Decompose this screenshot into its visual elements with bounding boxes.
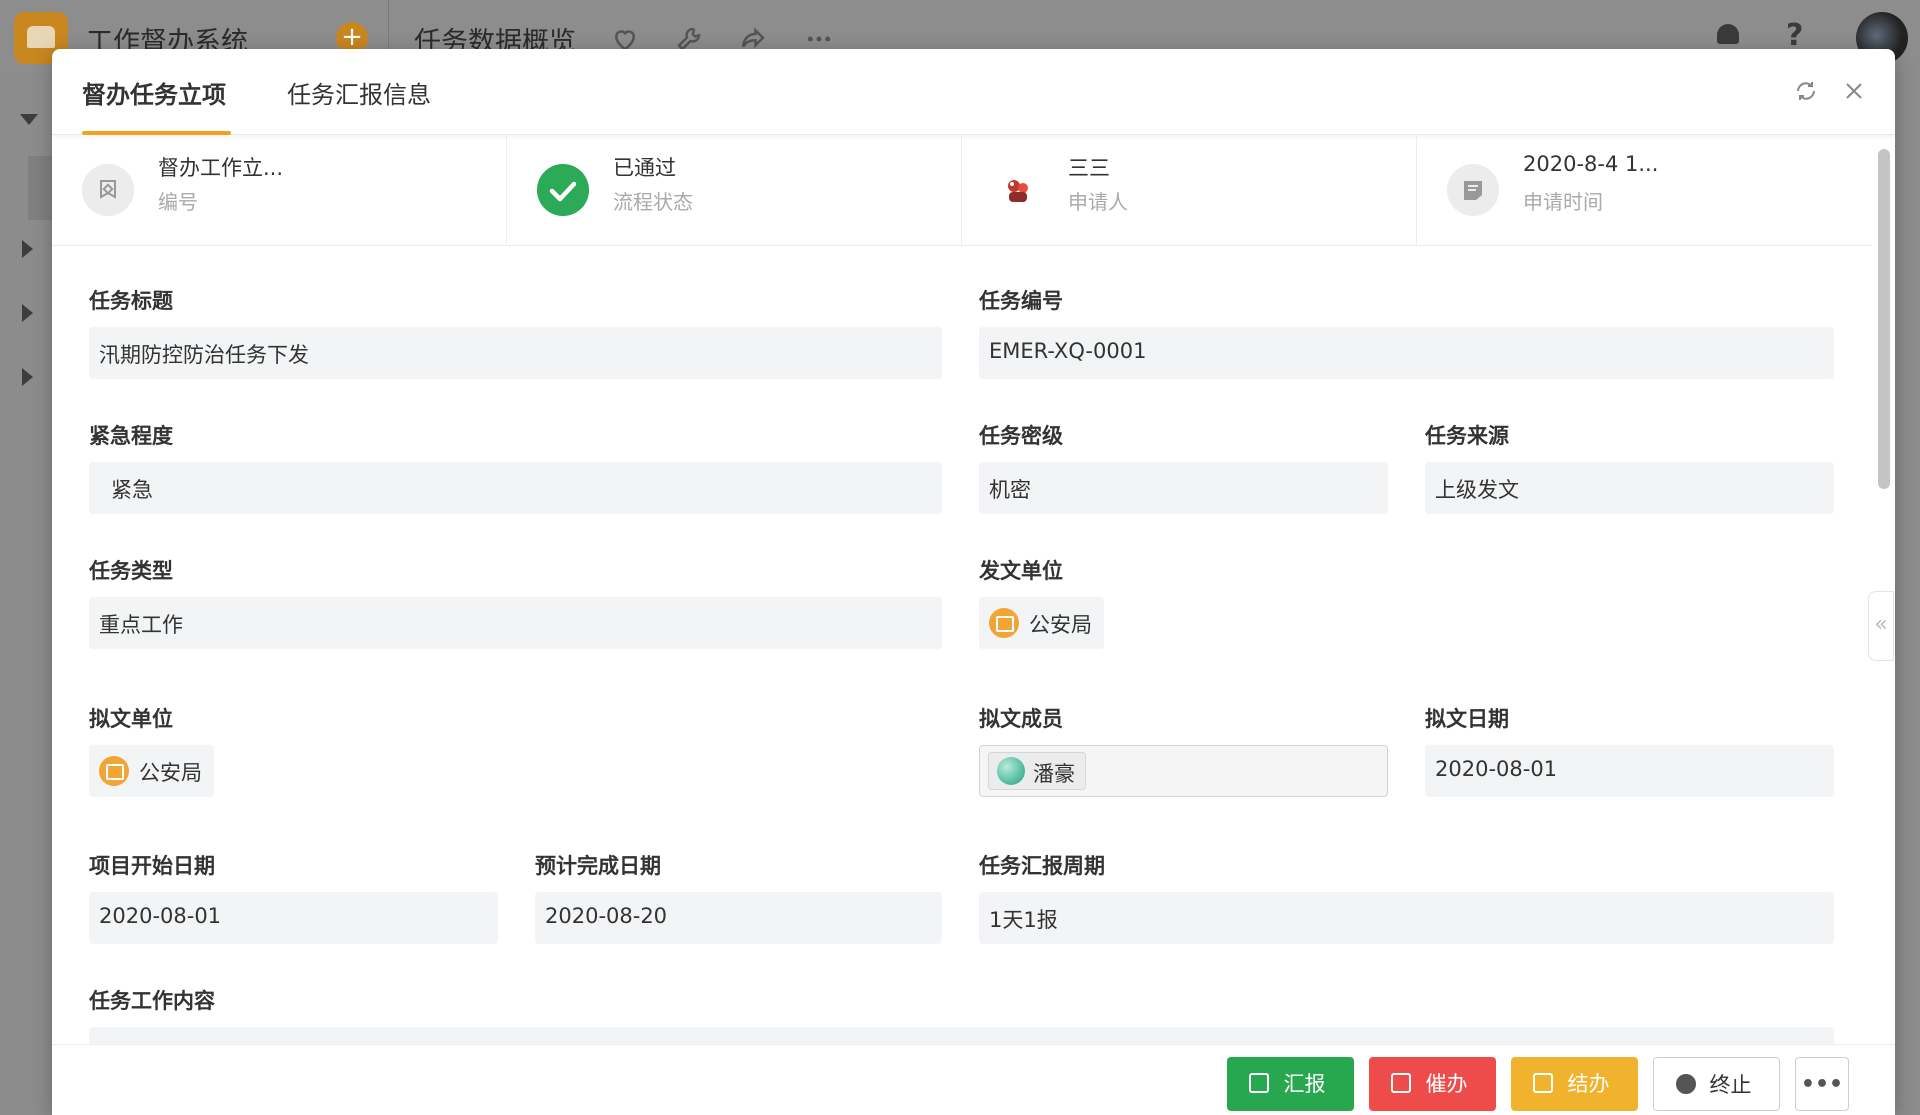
edit-icon [1249, 1073, 1269, 1093]
task-title-value[interactable]: 汛期防控防治任务下发 [89, 327, 942, 379]
more-actions-button[interactable]: ••• [1795, 1057, 1849, 1111]
start-date-value[interactable]: 2020-08-01 [89, 892, 498, 944]
report-cycle-value[interactable]: 1天1报 [979, 892, 1834, 944]
issuing-unit-tag[interactable]: 公安局 [979, 597, 1104, 649]
source-value[interactable]: 上级发文 [1425, 462, 1834, 514]
urge-button[interactable]: 催办 [1369, 1057, 1496, 1111]
cancel-circle-icon [1676, 1074, 1696, 1094]
tab-task-setup[interactable]: 督办任务立项 [82, 75, 226, 110]
collapse-panel-handle[interactable]: « [1868, 591, 1894, 661]
field-label: 任务类型 [89, 559, 173, 583]
summary-label: 流程状态 [613, 190, 693, 214]
issuing-unit-value: 公安局 [1029, 613, 1092, 637]
urgency-value[interactable]: 紧急 [89, 462, 942, 514]
check-circle-icon [537, 164, 589, 216]
summary-value: 三三 [1068, 156, 1110, 180]
summary-value: 2020-8-4 1... [1523, 152, 1659, 176]
task-no-value[interactable]: EMER-XQ-0001 [979, 327, 1834, 379]
sidebar-item[interactable] [28, 156, 52, 220]
summary-label: 编号 [158, 190, 198, 214]
member-chip[interactable]: 潘豪 [988, 752, 1086, 790]
summary-applicant: 三三 申请人 [962, 136, 1417, 246]
drafting-date-value[interactable]: 2020-08-01 [1425, 745, 1834, 797]
drafting-unit-tag[interactable]: 公安局 [89, 745, 214, 797]
field-label: 任务工作内容 [89, 989, 215, 1013]
organization-icon [989, 608, 1019, 638]
stamp-icon [1533, 1073, 1553, 1093]
field-label: 项目开始日期 [89, 854, 215, 878]
tag-icon [82, 164, 134, 216]
scrollbar-thumb[interactable] [1878, 149, 1890, 489]
report-button[interactable]: 汇报 [1227, 1057, 1354, 1111]
organization-icon [99, 756, 129, 786]
finish-label: 结办 [1567, 1072, 1610, 1096]
refresh-icon[interactable] [1794, 79, 1818, 103]
field-label: 预计完成日期 [535, 854, 661, 878]
sidebar-expand-icon[interactable] [22, 240, 33, 258]
bell-icon[interactable] [1714, 20, 1742, 50]
field-label: 发文单位 [979, 559, 1063, 583]
stop-label: 终止 [1709, 1073, 1752, 1097]
summary-label: 申请时间 [1523, 190, 1603, 214]
close-icon[interactable] [1842, 79, 1866, 103]
sidebar-collapse-icon[interactable] [20, 114, 38, 125]
alarm-icon [1391, 1073, 1411, 1093]
user-avatar-icon [992, 164, 1044, 216]
member-name: 潘豪 [1033, 762, 1075, 786]
drafting-member-input[interactable]: 潘豪 [979, 745, 1388, 797]
task-type-value[interactable]: 重点工作 [89, 597, 942, 649]
modal-tabs: 督办任务立项 任务汇报信息 [52, 49, 1895, 135]
action-bar: 汇报 催办 结办 终止 ••• [52, 1044, 1895, 1115]
field-label: 任务编号 [979, 289, 1063, 313]
help-icon[interactable]: ? [1786, 18, 1803, 53]
field-label: 拟文单位 [89, 707, 173, 731]
note-icon [1447, 164, 1499, 216]
expected-date-value[interactable]: 2020-08-20 [535, 892, 942, 944]
drafting-unit-value: 公安局 [139, 761, 202, 785]
summary-value: 督办工作立... [158, 156, 284, 180]
field-label: 任务汇报周期 [979, 854, 1105, 878]
summary-label: 申请人 [1068, 190, 1128, 214]
sidebar-expand-icon[interactable] [22, 304, 33, 322]
summary-value: 已通过 [613, 156, 676, 180]
field-label: 任务标题 [89, 289, 173, 313]
summary-status: 已通过 流程状态 [507, 136, 962, 246]
report-label: 汇报 [1283, 1072, 1326, 1096]
active-tab-indicator [82, 131, 231, 135]
summary-strip: 督办工作立... 编号 已通过 流程状态 三三 申请人 2020-8-4 1..… [52, 136, 1872, 246]
secret-level-value[interactable]: 机密 [979, 462, 1388, 514]
field-label: 紧急程度 [89, 424, 173, 448]
finish-button[interactable]: 结办 [1511, 1057, 1638, 1111]
task-form: 任务标题 汛期防控防治任务下发 任务编号 EMER-XQ-0001 紧急程度 紧… [52, 247, 1872, 1047]
member-avatar [997, 757, 1025, 785]
urge-label: 催办 [1425, 1072, 1468, 1096]
summary-time: 2020-8-4 1... 申请时间 [1417, 136, 1872, 246]
field-label: 任务密级 [979, 424, 1063, 448]
field-label: 任务来源 [1425, 424, 1509, 448]
tab-task-report[interactable]: 任务汇报信息 [287, 75, 431, 110]
sidebar-expand-icon[interactable] [22, 368, 33, 386]
summary-number: 督办工作立... 编号 [52, 136, 507, 246]
field-label: 拟文成员 [979, 707, 1063, 731]
field-label: 拟文日期 [1425, 707, 1509, 731]
stop-button[interactable]: 终止 [1653, 1057, 1780, 1111]
task-detail-modal: 督办任务立项 任务汇报信息 督办工作立... 编号 已通过 流程状态 三三 申请… [52, 49, 1895, 1115]
